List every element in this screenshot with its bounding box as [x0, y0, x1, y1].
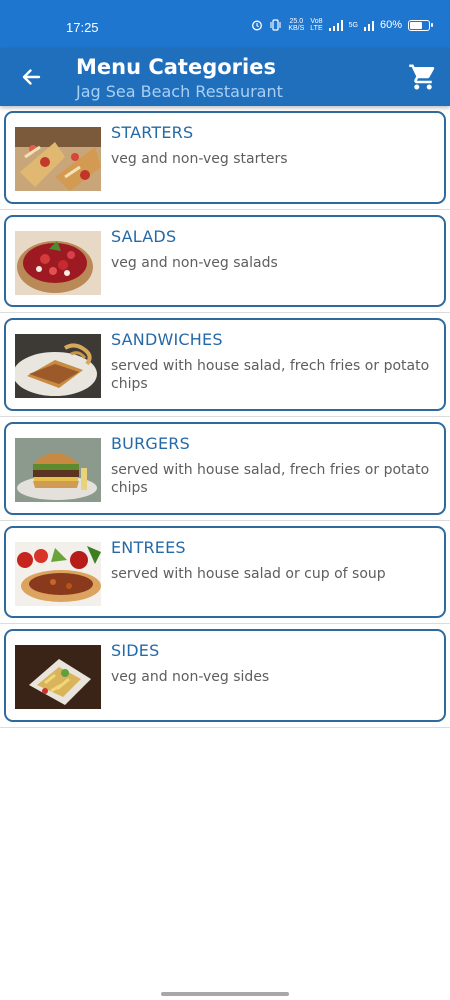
- category-description: served with house salad or cup of soup: [111, 565, 386, 582]
- category-name: SIDES: [111, 641, 160, 661]
- page-title: Menu Categories: [76, 55, 276, 79]
- category-name: SALADS: [111, 226, 177, 246]
- salads-photo: [15, 230, 101, 295]
- sandwiches-photo: [15, 334, 101, 399]
- burgers-photo: [15, 438, 101, 503]
- category-description: veg and non-veg salads: [111, 254, 278, 271]
- volte-indicator: Vo8 LTE: [310, 18, 323, 32]
- restaurant-name: Jag Sea Beach Restaurant: [76, 82, 283, 101]
- category-card-sandwiches[interactable]: SANDWICHES served with house salad, frec…: [4, 318, 446, 412]
- signal-icon: [328, 19, 343, 31]
- category-name: BURGERS: [111, 434, 190, 454]
- category-name: ENTREES: [111, 537, 186, 557]
- network-speed-unit: KB/S: [288, 25, 305, 32]
- category-description: veg and non-veg starters: [111, 151, 288, 167]
- vibrate-icon: [270, 19, 281, 31]
- category-description: veg and non-veg sides: [111, 669, 270, 686]
- status-bar: 17:25 25.0 KB/S Vo8 LTE 5G 60%: [0, 0, 450, 48]
- entrees-photo: [15, 541, 101, 606]
- list-item: SIDES veg and non-veg sides: [0, 624, 450, 729]
- category-name: SANDWICHES: [111, 330, 223, 350]
- category-card-starters[interactable]: STARTERS veg and non-veg starters: [4, 111, 446, 204]
- category-description: served with house salad, frech fries or …: [111, 358, 430, 393]
- category-card-sides[interactable]: SIDES veg and non-veg sides: [4, 629, 446, 723]
- category-list: STARTERS veg and non-veg starters SALADS…: [0, 106, 450, 729]
- list-item: BURGERS served with house salad, frech f…: [0, 417, 450, 521]
- status-icons: 25.0 KB/S Vo8 LTE 5G 60%: [251, 18, 433, 32]
- category-name: STARTERS: [111, 123, 194, 142]
- category-card-salads[interactable]: SALADS veg and non-veg salads: [4, 214, 446, 308]
- list-item: ENTREES served with house salad or cup o…: [0, 521, 450, 625]
- list-item: SANDWICHES served with house salad, frec…: [0, 313, 450, 418]
- list-item: SALADS veg and non-veg salads: [0, 210, 450, 314]
- category-card-burgers[interactable]: BURGERS served with house salad, frech f…: [4, 422, 446, 515]
- app-bar: Menu Categories Jag Sea Beach Restaurant: [0, 48, 450, 106]
- network-speed-value: 25.0: [289, 18, 304, 25]
- network-type: 5G: [348, 21, 358, 29]
- list-item: STARTERS veg and non-veg starters: [0, 106, 450, 210]
- network-speed: 25.0 KB/S: [288, 18, 304, 32]
- starters-photo: [15, 127, 101, 191]
- status-time: 17:25: [66, 20, 99, 35]
- back-arrow-icon[interactable]: [14, 60, 48, 94]
- cart-icon[interactable]: [408, 62, 438, 92]
- sides-photo: [15, 645, 101, 710]
- category-description: served with house salad, frech fries or …: [111, 462, 430, 497]
- battery-percent: 60%: [379, 19, 402, 31]
- home-indicator[interactable]: [161, 992, 289, 996]
- battery-icon: [408, 19, 433, 31]
- signal-icon-2: [363, 20, 374, 31]
- alarm-icon: [252, 20, 263, 31]
- category-card-entrees[interactable]: ENTREES served with house salad or cup o…: [4, 525, 446, 619]
